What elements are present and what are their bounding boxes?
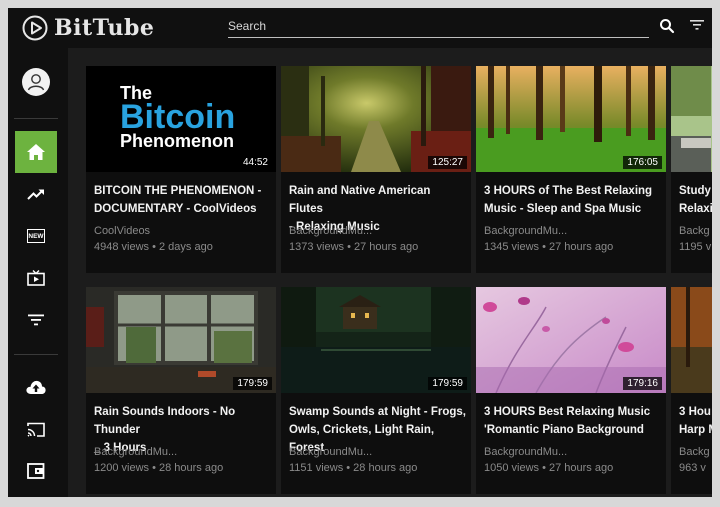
top-bar: BitTube — [8, 8, 712, 48]
video-duration: 179:59 — [233, 377, 272, 390]
video-title[interactable]: 3 HOURS of The Best Relaxing Music - Sle… — [484, 182, 662, 218]
sidebar-item-avatar[interactable] — [15, 61, 57, 103]
video-meta: 1200 views • 28 hours ago — [94, 462, 224, 474]
video-title[interactable]: BITCOIN THE PHENOMENON - DOCUMENTARY - C… — [94, 182, 272, 218]
video-duration: 125:27 — [428, 156, 467, 169]
video-channel[interactable]: Backg — [679, 446, 710, 458]
video-channel[interactable]: Backg — [679, 225, 710, 237]
video-thumbnail[interactable]: 125:27 — [281, 66, 471, 172]
autumn-forest-thumbnail — [671, 287, 712, 393]
video-channel[interactable]: BackgroundMu... — [484, 225, 567, 237]
sidebar-item-new[interactable]: NEW — [15, 215, 57, 257]
video-meta: 1195 v — [679, 241, 712, 253]
new-icon: NEW — [27, 229, 45, 243]
search-input[interactable] — [228, 18, 649, 33]
video-card[interactable]: 3 Hou Harp M Backg 963 v — [671, 287, 712, 494]
video-card[interactable]: 176:05 3 HOURS of The Best Relaxing Musi… — [476, 66, 666, 273]
sidebar-item-upload[interactable] — [15, 366, 57, 408]
home-icon — [27, 144, 45, 160]
logo-text: BitTube — [54, 15, 155, 41]
video-thumbnail[interactable]: 179:16 — [476, 287, 666, 393]
video-duration: 179:59 — [428, 377, 467, 390]
video-duration: 176:05 — [623, 156, 662, 169]
video-thumbnail[interactable]: 176:05 — [476, 66, 666, 172]
video-card[interactable]: 179:16 3 HOURS Best Relaxing Music 'Roma… — [476, 287, 666, 494]
study-thumbnail — [671, 66, 712, 172]
sidebar-divider — [14, 118, 58, 119]
video-channel[interactable]: CoolVideos — [94, 225, 150, 237]
cast-icon — [27, 422, 45, 437]
thumbnail-text-phenomenon: Phenomenon — [120, 131, 235, 151]
video-meta: 1151 views • 28 hours ago — [289, 462, 418, 474]
sidebar-item-trending[interactable] — [15, 173, 57, 215]
sidebar-item-filter[interactable] — [15, 299, 57, 341]
tv-icon — [27, 270, 45, 286]
video-card[interactable]: 179:59 Swamp Sounds at Night - Frogs, Ow… — [281, 287, 471, 494]
wallet-icon — [27, 463, 45, 479]
filter-icon — [28, 314, 44, 326]
video-channel[interactable]: BackgroundMu... — [94, 446, 177, 458]
video-grid: The Bitcoin Phenomenon 44:52 BITCOIN THE… — [68, 48, 712, 497]
play-logo-icon — [22, 15, 48, 41]
bittube-app: BitTube Search NEW The Bitcoin Phenomeno… — [8, 8, 712, 497]
thumbnail-text-bitcoin: Bitcoin — [120, 98, 236, 136]
video-meta: 963 v — [679, 462, 706, 474]
video-thumbnail[interactable] — [671, 66, 712, 172]
video-thumbnail[interactable]: 179:59 — [86, 287, 276, 393]
video-meta: 1050 views • 27 hours ago — [484, 462, 614, 474]
filter-icon[interactable] — [690, 19, 704, 31]
video-thumbnail[interactable]: The Bitcoin Phenomenon 44:52 — [86, 66, 276, 172]
video-card[interactable]: Study Relaxi Backg 1195 v — [671, 66, 712, 273]
cloud-upload-icon — [26, 380, 46, 394]
video-channel[interactable]: BackgroundMu... — [289, 225, 372, 237]
video-meta: 4948 views • 2 days ago — [94, 241, 213, 253]
video-meta: 1345 views • 27 hours ago — [484, 241, 614, 253]
sidebar-divider — [14, 354, 58, 355]
sidebar-item-cast[interactable] — [15, 408, 57, 450]
video-thumbnail[interactable]: 179:59 — [281, 287, 471, 393]
video-card[interactable]: 125:27 Rain and Native American Flutes -… — [281, 66, 471, 273]
video-card[interactable]: 179:59 Rain Sounds Indoors - No Thunder … — [86, 287, 276, 494]
logo[interactable]: BitTube — [22, 14, 154, 42]
user-icon — [22, 68, 50, 96]
video-duration: 44:52 — [238, 156, 272, 169]
new-icon-label: NEW — [28, 232, 44, 240]
search-bar — [228, 17, 649, 38]
video-title[interactable]: 3 Hou Harp M — [679, 403, 712, 439]
thumbnail-title-art: The Bitcoin Phenomenon — [120, 84, 235, 150]
video-channel[interactable]: BackgroundMu... — [484, 446, 567, 458]
video-channel[interactable]: BackgroundMu... — [289, 446, 372, 458]
search-icon[interactable] — [659, 18, 675, 34]
video-meta: 1373 views • 27 hours ago — [289, 241, 419, 253]
sidebar: NEW — [8, 48, 68, 497]
video-title[interactable]: Study Relaxi — [679, 182, 712, 218]
trending-icon — [27, 189, 44, 200]
video-thumbnail[interactable] — [671, 287, 712, 393]
video-card[interactable]: The Bitcoin Phenomenon 44:52 BITCOIN THE… — [86, 66, 276, 273]
sidebar-item-subscriptions[interactable] — [15, 257, 57, 299]
sidebar-item-home[interactable] — [15, 131, 57, 173]
video-duration: 179:16 — [623, 377, 662, 390]
sidebar-item-wallet[interactable] — [15, 450, 57, 492]
video-title[interactable]: 3 HOURS Best Relaxing Music 'Romantic Pi… — [484, 403, 662, 439]
